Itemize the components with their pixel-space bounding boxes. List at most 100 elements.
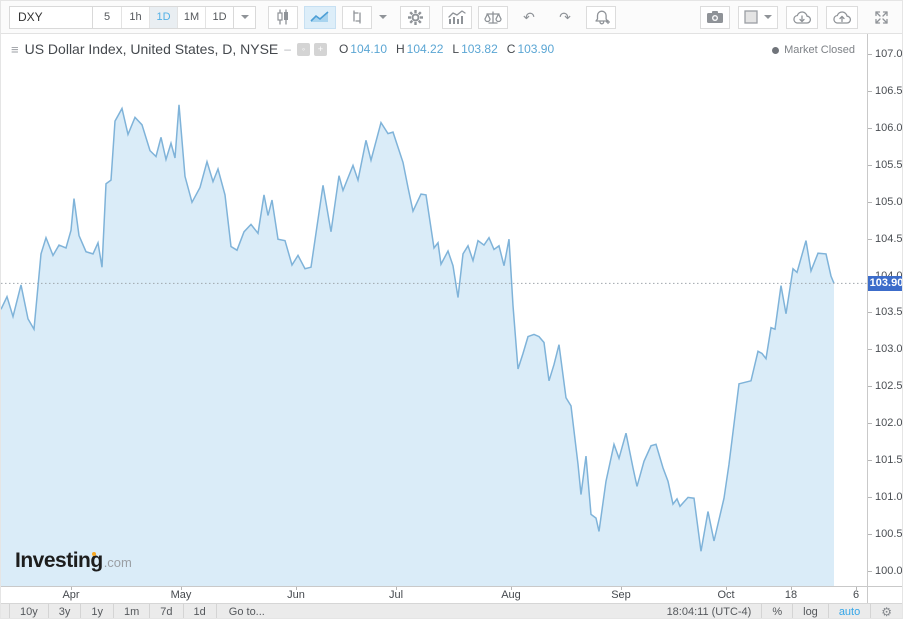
y-axis-tick	[868, 386, 872, 388]
legend-expand-icon[interactable]: –	[284, 42, 291, 56]
y-axis-label: 105.00	[875, 195, 903, 208]
x-axis-label: Oct	[717, 589, 735, 601]
price-axis[interactable]: 107.00106.50106.00105.50105.00104.50104.…	[867, 34, 903, 586]
alert-button[interactable]	[586, 5, 616, 29]
interval-button-group: 5 1h 1D 1M 1D	[93, 5, 234, 29]
x-axis-label: May	[170, 589, 192, 601]
ohlc-value: 103.90	[517, 42, 555, 56]
toolbar-left-group: DXY 5 1h 1D 1M 1D ↶ ↷	[9, 1, 616, 33]
axis-settings-button[interactable]: ⚙	[870, 604, 902, 618]
chart-style-more-button[interactable]	[372, 7, 394, 28]
legend: ≡ US Dollar Index, United States, D, NYS…	[11, 41, 563, 57]
interval-button-1d[interactable]: 1D	[205, 6, 233, 28]
y-axis-tick	[868, 91, 872, 93]
clock-timezone[interactable]: 18:04:11 (UTC-4)	[657, 604, 762, 618]
chevron-down-icon	[379, 15, 387, 19]
interval-button-1m[interactable]: 1M	[177, 6, 205, 28]
x-axis-label: Aug	[501, 589, 521, 601]
interval-button-5[interactable]: 5	[93, 6, 121, 28]
x-axis-label: Jun	[287, 589, 305, 601]
range-button-7d[interactable]: 7d	[150, 604, 184, 618]
y-axis-tick	[868, 54, 872, 56]
ohlc-label: C	[506, 42, 516, 56]
cloud-download-icon	[793, 10, 811, 24]
line-chart-button[interactable]	[304, 5, 336, 29]
fullscreen-icon	[874, 10, 888, 24]
fullscreen-button[interactable]	[866, 6, 896, 29]
chart-widget-window: DXY 5 1h 1D 1M 1D ↶ ↷ ≡ US Dollar Index,…	[0, 0, 903, 619]
y-axis-label: 103.00	[875, 343, 903, 356]
range-button-1y[interactable]: 1y	[81, 604, 114, 618]
layout-grid-icon	[744, 10, 758, 24]
snapshot-button[interactable]	[700, 5, 730, 29]
ohlc-label: O	[338, 42, 349, 56]
auto-scale-button[interactable]: auto	[827, 604, 870, 618]
alert-bell-plus-icon	[594, 10, 610, 25]
bottom-toolbar: 10y 3y 1y 1m 7d 1d Go to... 18:04:11 (UTC-4) …	[1, 603, 902, 618]
y-axis-label: 105.50	[875, 158, 903, 171]
x-axis-label: Jul	[388, 589, 404, 601]
layout-select-button[interactable]	[738, 5, 778, 29]
investing-logo[interactable]: Investing .com	[15, 549, 132, 573]
x-axis-label: 6	[852, 589, 860, 601]
log-scale-button[interactable]: log	[792, 604, 828, 618]
y-axis-tick	[868, 201, 872, 203]
candlestick-icon	[277, 9, 288, 25]
ohlc-value: 104.10	[350, 42, 387, 56]
y-axis-tick	[868, 533, 872, 535]
y-axis-label: 104.50	[875, 232, 903, 245]
undo-button[interactable]: ↶	[514, 6, 544, 29]
symbol-input[interactable]: DXY	[9, 5, 93, 29]
indicators-button[interactable]	[442, 5, 472, 29]
y-axis-label: 102.00	[875, 417, 903, 430]
interval-button-1d[interactable]: 1D	[149, 6, 177, 28]
market-status: Market Closed	[772, 44, 855, 56]
chevron-down-icon	[240, 15, 249, 19]
candlestick-chart-button[interactable]	[268, 5, 298, 29]
legend-add-badge[interactable]: +	[313, 42, 327, 56]
status-dot-icon	[772, 46, 780, 54]
range-button-3y[interactable]: 3y	[49, 604, 82, 618]
compare-button[interactable]	[478, 5, 508, 29]
instrument-title: US Dollar Index, United States, D, NYSE	[24, 41, 279, 57]
y-axis-label: 101.50	[875, 454, 903, 467]
y-axis-tick	[868, 238, 872, 240]
range-button-1m[interactable]: 1m	[114, 604, 151, 618]
save-chart-button[interactable]	[826, 5, 858, 29]
ohlc-pair: L 103.82	[452, 42, 497, 56]
range-button-1d[interactable]: 1d	[184, 604, 217, 618]
line-chart-icon	[310, 11, 329, 22]
interval-more-button[interactable]	[234, 5, 256, 29]
ohlc-pair: O 104.10	[339, 42, 387, 56]
percent-scale-button[interactable]: %	[761, 604, 792, 618]
bottom-right-group: 18:04:11 (UTC-4) % log auto ⚙	[657, 604, 902, 618]
axis-corner-line	[867, 587, 868, 604]
y-axis-label: 100.00	[875, 564, 903, 577]
hilo-style-button[interactable]	[342, 5, 372, 29]
chart-area[interactable]: ≡ US Dollar Index, United States, D, NYS…	[1, 34, 867, 586]
range-button-10y[interactable]: 10y	[9, 604, 49, 618]
toolbar-right-group	[692, 1, 896, 33]
ohlc-value: 103.82	[461, 42, 498, 56]
y-axis-label: 102.50	[875, 380, 903, 393]
y-axis-label: 101.00	[875, 490, 903, 503]
ohlc-label: H	[396, 42, 405, 56]
indicators-icon	[448, 9, 466, 24]
legend-eye-badge[interactable]: ◦	[296, 42, 310, 56]
y-axis-label: 106.00	[875, 121, 903, 134]
settings-button[interactable]	[400, 5, 430, 29]
ohlc-pair: H 104.22	[396, 42, 443, 56]
logo-suffix: .com	[103, 555, 132, 570]
y-axis-label: 107.00	[875, 48, 903, 61]
chevron-down-icon	[764, 15, 772, 19]
load-chart-button[interactable]	[786, 5, 818, 29]
time-axis[interactable]: Apr May Jun Jul Aug Sep Oct 18 6	[1, 586, 902, 604]
legend-menu-icon[interactable]: ≡	[11, 42, 19, 57]
interval-button-1h[interactable]: 1h	[121, 6, 149, 28]
redo-button[interactable]: ↷	[550, 6, 580, 29]
y-axis-tick	[868, 127, 872, 129]
y-axis-tick	[868, 460, 872, 462]
goto-button[interactable]: Go to...	[217, 606, 277, 618]
price-chart	[1, 104, 867, 586]
ohlc-label: L	[452, 42, 460, 56]
